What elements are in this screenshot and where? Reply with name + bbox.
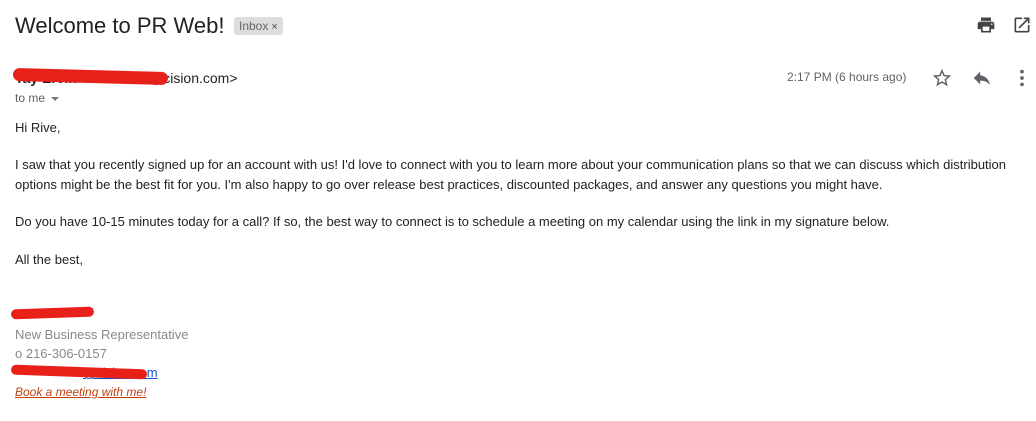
greeting: Hi Rive, [15, 120, 61, 135]
more-vert-icon[interactable] [1011, 67, 1033, 89]
body-paragraph: Do you have 10-15 minutes today for a ca… [15, 214, 890, 229]
open-in-new-icon[interactable] [1012, 15, 1032, 35]
reply-icon[interactable] [971, 67, 993, 89]
remove-label-icon[interactable]: × [271, 21, 277, 33]
label-text: Inbox [239, 19, 269, 33]
email-date: 2:17 PM (6 hours ago) [787, 70, 907, 84]
star-icon[interactable] [931, 67, 953, 89]
signature: New Business Representative o 216-306-01… [15, 325, 188, 402]
redaction-mark [10, 306, 95, 320]
book-meeting-link[interactable]: Book a meeting with me! [15, 385, 146, 399]
closing: All the best, [15, 252, 83, 267]
email-body: Hi Rive, I saw that you recently signed … [15, 118, 1025, 270]
body-paragraph: I saw that you recently signed up for an… [15, 157, 1007, 192]
email-subject: Welcome to PR Web! [15, 13, 225, 38]
print-icon[interactable] [976, 15, 996, 35]
email-view: Welcome to PR Web! Inbox× Tay Ervin@cisi… [0, 0, 1036, 421]
signature-phone: o 216-306-0157 [15, 346, 107, 361]
inbox-label-chip[interactable]: Inbox × [234, 17, 283, 35]
chevron-down-icon [51, 96, 60, 101]
to-line: to me [15, 91, 46, 105]
signature-title: New Business Representative [15, 327, 189, 342]
recipient-dropdown[interactable]: to me [15, 91, 60, 105]
